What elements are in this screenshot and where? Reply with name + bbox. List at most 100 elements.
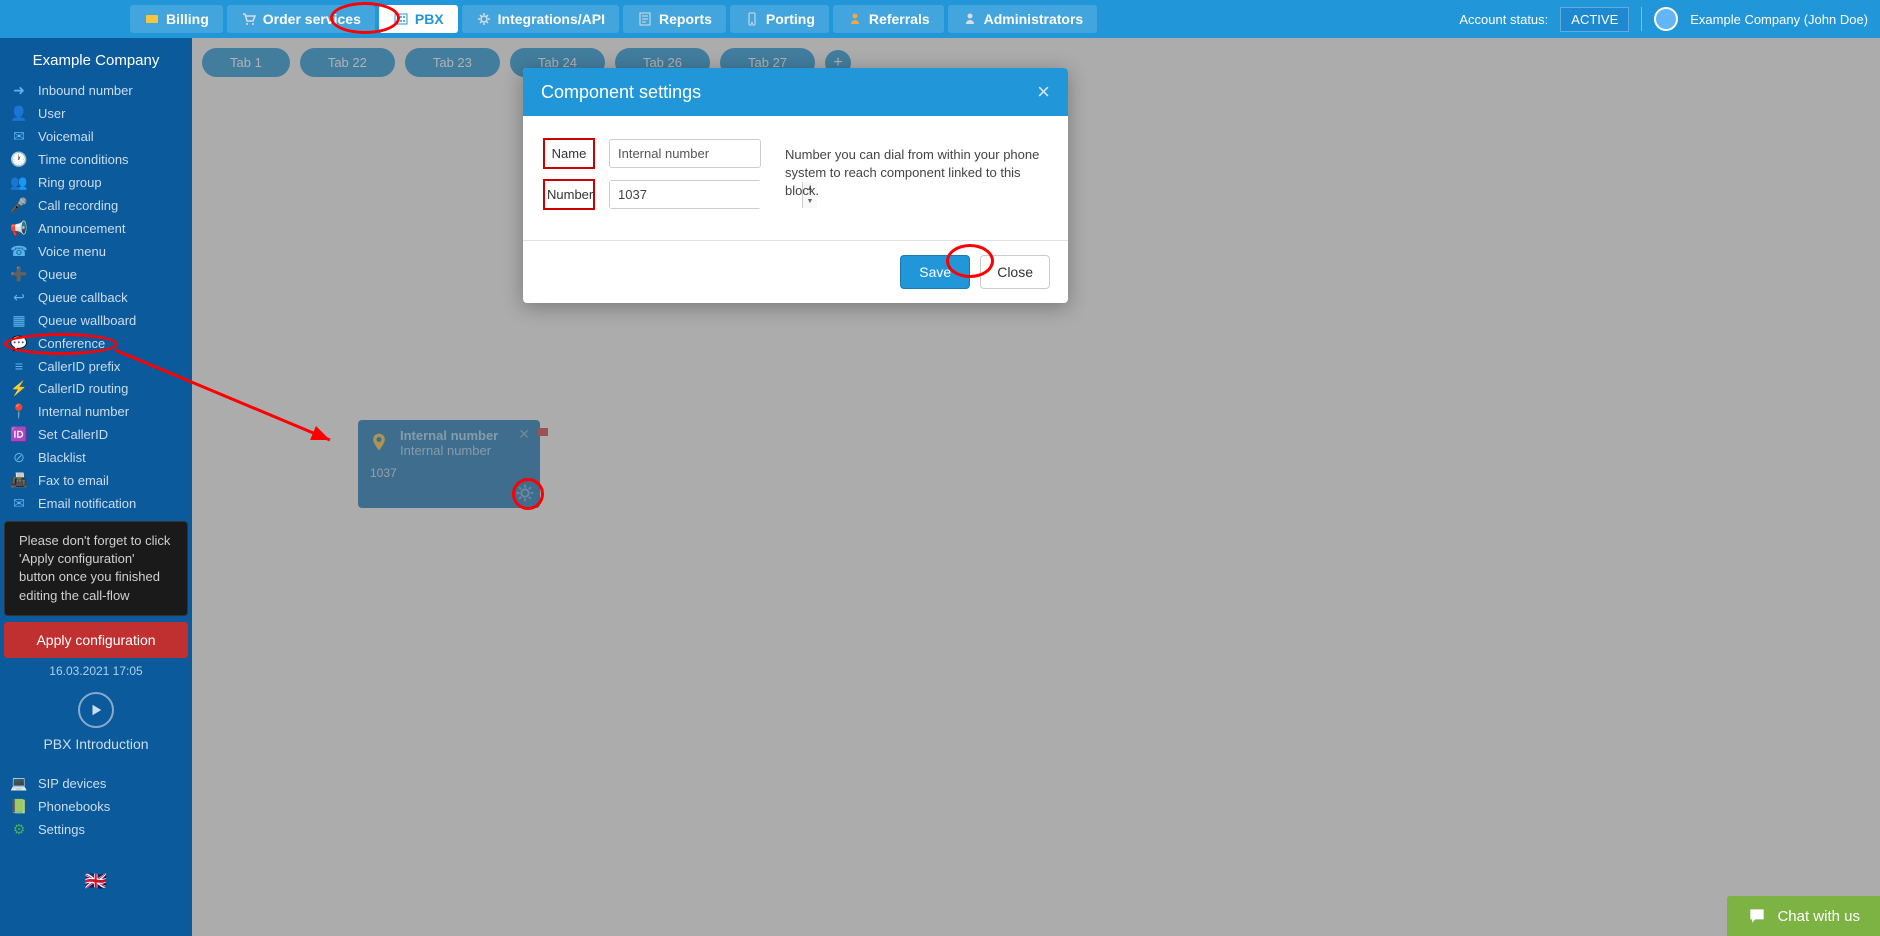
sidebar-label: SIP devices bbox=[38, 776, 106, 791]
fax-icon: 📠 bbox=[10, 472, 28, 489]
modal-footer: Save Close bbox=[523, 240, 1068, 303]
sidebar-label: Voicemail bbox=[38, 129, 94, 144]
sidebar-item-sip-devices[interactable]: 💻 SIP devices bbox=[0, 772, 192, 795]
sidebar-item-set-callerid[interactable]: 🆔Set CallerID bbox=[0, 423, 192, 446]
sidebar-bottom: 💻 SIP devices 📗 Phonebooks ⚙ Settings bbox=[0, 772, 192, 841]
reports-icon bbox=[637, 11, 653, 27]
account-status-badge: ACTIVE bbox=[1560, 7, 1629, 32]
modal-title: Component settings bbox=[541, 82, 701, 103]
sidebar-item-fax-to-email[interactable]: 📠Fax to email bbox=[0, 469, 192, 492]
sidebar-item-announcement[interactable]: 📢 Announcement bbox=[0, 217, 192, 240]
sidebar-item-callerid-prefix[interactable]: ≡CallerID prefix bbox=[0, 355, 192, 377]
book-icon: 📗 bbox=[10, 798, 28, 815]
queue-icon: ➕ bbox=[10, 266, 28, 283]
apply-tooltip: Please don't forget to click 'Apply conf… bbox=[4, 521, 188, 616]
sidebar-item-email-notification[interactable]: ✉ Email notification bbox=[0, 492, 192, 515]
avatar[interactable] bbox=[1654, 7, 1678, 31]
form-row-number: Number ▲ ▼ bbox=[543, 179, 761, 210]
nav-reports[interactable]: Reports bbox=[623, 5, 726, 33]
sidebar-label: Blacklist bbox=[38, 450, 86, 465]
sidebar-item-time-conditions[interactable]: 🕐 Time conditions bbox=[0, 148, 192, 171]
sidebar-item-blacklist[interactable]: ⊘ Blacklist bbox=[0, 446, 192, 469]
modal-header: Component settings × bbox=[523, 68, 1068, 116]
nav-administrators[interactable]: Administrators bbox=[948, 5, 1098, 33]
sidebar-item-queue-callback[interactable]: ↩Queue callback bbox=[0, 286, 192, 309]
top-nav: Billing Order services PBX Integrations/… bbox=[0, 0, 1880, 38]
nav-divider bbox=[1641, 7, 1642, 31]
nav-porting[interactable]: Porting bbox=[730, 5, 829, 33]
nav-integrations-label: Integrations/API bbox=[498, 11, 605, 27]
billing-icon bbox=[144, 11, 160, 27]
nav-reports-label: Reports bbox=[659, 11, 712, 27]
sidebar-label: Call recording bbox=[38, 198, 118, 213]
sidebar-label: Phonebooks bbox=[38, 799, 110, 814]
chat-widget[interactable]: Chat with us bbox=[1727, 896, 1880, 936]
list-icon: ≡ bbox=[10, 358, 28, 374]
nav-referrals[interactable]: Referrals bbox=[833, 5, 944, 33]
number-input[interactable] bbox=[610, 181, 802, 208]
sidebar-item-ring-group[interactable]: 👥Ring group bbox=[0, 171, 192, 194]
sidebar-item-phonebooks[interactable]: 📗 Phonebooks bbox=[0, 795, 192, 818]
sidebar-label: Announcement bbox=[38, 221, 125, 236]
play-intro-button[interactable] bbox=[78, 692, 114, 728]
megaphone-icon: 📢 bbox=[10, 220, 28, 237]
sidebar-item-voice-menu[interactable]: ☎Voice menu bbox=[0, 240, 192, 263]
nav-billing-label: Billing bbox=[166, 11, 209, 27]
modal-body: Name Number ▲ ▼ Number you can dial from… bbox=[523, 116, 1068, 240]
sidebar-item-internal-number[interactable]: 📍Internal number bbox=[0, 400, 192, 423]
sidebar-item-conference[interactable]: 💬 Conference bbox=[0, 332, 192, 355]
sidebar-item-call-recording[interactable]: 🎤 Call recording bbox=[0, 194, 192, 217]
timestamp: 16.03.2021 17:05 bbox=[0, 664, 192, 678]
sidebar-label: Queue bbox=[38, 267, 77, 282]
account-user[interactable]: Example Company (John Doe) bbox=[1690, 12, 1868, 27]
gear-icon: ⚙ bbox=[10, 821, 28, 838]
nav-billing[interactable]: Billing bbox=[130, 5, 223, 33]
mail-icon: ✉ bbox=[10, 128, 28, 145]
name-input[interactable] bbox=[609, 139, 761, 168]
nav-right: Account status: ACTIVE Example Company (… bbox=[1459, 7, 1868, 32]
name-label: Name bbox=[543, 138, 595, 169]
grid-icon: ▦ bbox=[10, 312, 28, 329]
sidebar-item-user[interactable]: 👤User bbox=[0, 102, 192, 125]
nav-pbx[interactable]: PBX bbox=[379, 5, 458, 33]
nav-integrations[interactable]: Integrations/API bbox=[462, 5, 619, 33]
email-icon: ✉ bbox=[10, 495, 28, 512]
ban-icon: ⊘ bbox=[10, 449, 28, 466]
referrals-icon bbox=[847, 11, 863, 27]
cart-icon bbox=[241, 11, 257, 27]
close-button[interactable]: Close bbox=[980, 255, 1050, 289]
modal-form: Name Number ▲ ▼ bbox=[543, 138, 761, 220]
conference-icon: 💬 bbox=[10, 335, 28, 352]
play-icon bbox=[89, 703, 103, 717]
modal-close-icon[interactable]: × bbox=[1037, 81, 1050, 103]
save-button[interactable]: Save bbox=[900, 255, 970, 289]
sidebar-item-voicemail[interactable]: ✉ Voicemail bbox=[0, 125, 192, 148]
sidebar-label: Queue callback bbox=[38, 290, 128, 305]
sidebar-item-inbound-number[interactable]: ➜Inbound number bbox=[0, 79, 192, 102]
laptop-icon: 💻 bbox=[10, 775, 28, 792]
admin-icon bbox=[962, 11, 978, 27]
sidebar-label: Conference bbox=[38, 336, 105, 351]
account-status-label: Account status: bbox=[1459, 12, 1548, 27]
nav-order-services[interactable]: Order services bbox=[227, 5, 375, 33]
sidebar-label: Inbound number bbox=[38, 83, 133, 98]
component-settings-modal: Component settings × Name Number ▲ ▼ Num… bbox=[523, 68, 1068, 303]
chat-icon bbox=[1747, 906, 1767, 926]
clock-icon: 🕐 bbox=[10, 151, 28, 168]
sidebar-label: Settings bbox=[38, 822, 85, 837]
sidebar-item-queue[interactable]: ➕ Queue bbox=[0, 263, 192, 286]
sidebar-item-queue-wallboard[interactable]: ▦Queue wallboard bbox=[0, 309, 192, 332]
sidebar-item-callerid-routing[interactable]: ⚡CallerID routing bbox=[0, 377, 192, 400]
apply-configuration-button[interactable]: Apply configuration bbox=[4, 622, 188, 658]
sidebar-label: CallerID routing bbox=[38, 381, 128, 396]
sidebar: Example Company ➜Inbound number 👤User ✉ V… bbox=[0, 38, 192, 936]
number-input-wrap: ▲ ▼ bbox=[609, 180, 761, 209]
sidebar-label: Email notification bbox=[38, 496, 136, 511]
menu-icon: ☎ bbox=[10, 243, 28, 260]
sidebar-item-settings[interactable]: ⚙ Settings bbox=[0, 818, 192, 841]
company-name: Example Company bbox=[0, 38, 192, 79]
nav-pbx-label: PBX bbox=[415, 11, 444, 27]
mic-icon: 🎤 bbox=[10, 197, 28, 214]
language-flag-uk[interactable]: 🇬🇧 bbox=[0, 871, 192, 892]
sidebar-label: Time conditions bbox=[38, 152, 129, 167]
